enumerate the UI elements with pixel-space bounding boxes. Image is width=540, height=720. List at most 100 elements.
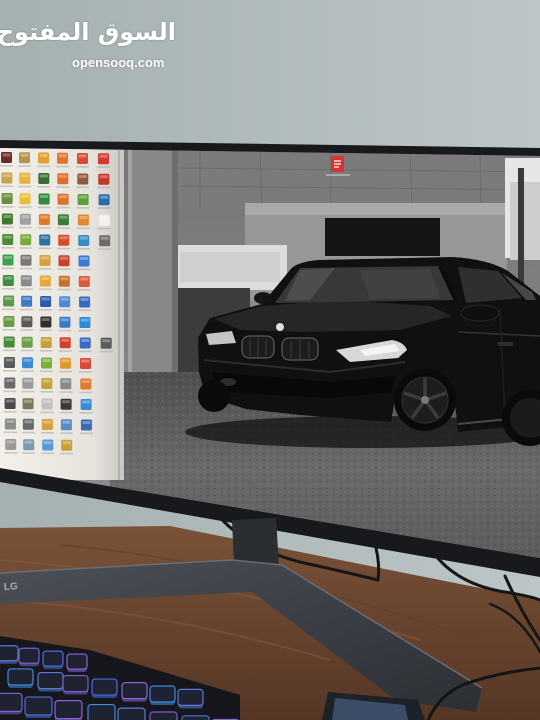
desktop-icon-caption-blur xyxy=(39,350,53,352)
desktop-icon-gloss xyxy=(22,297,31,301)
keyboard-key xyxy=(177,688,204,709)
desktop-icon-gloss xyxy=(6,440,15,444)
desktop-icon-caption-blur xyxy=(78,309,92,312)
key-cap xyxy=(37,671,64,690)
keyboard-key xyxy=(91,678,118,699)
keyboard-key xyxy=(87,703,116,720)
keyboard-key xyxy=(0,645,19,664)
desktop-icon-caption-blur xyxy=(60,452,74,455)
desktop-icon-caption-blur xyxy=(21,370,34,372)
desktop-icon-caption-blur xyxy=(97,207,111,209)
desktop-icon-gloss xyxy=(21,194,30,198)
lg-brand-logo: LG xyxy=(4,581,19,593)
desktop-icon-gloss xyxy=(61,359,70,363)
desktop-icon-caption-blur xyxy=(97,227,111,230)
desktop-icon-caption-blur xyxy=(56,165,69,168)
desktop-icon-caption-blur xyxy=(3,390,17,393)
desktop-icon-gloss xyxy=(99,154,108,158)
car-front-right-wheel xyxy=(394,369,456,431)
wallpaper-doorway xyxy=(325,218,440,256)
desktop-icon-gloss xyxy=(79,236,88,240)
desktop-icon-gloss xyxy=(2,174,11,177)
key-cap xyxy=(7,668,34,686)
desktop-icon-caption-blur xyxy=(76,186,90,189)
desktop-icon-gloss xyxy=(42,359,51,362)
desktop-icon-gloss xyxy=(23,358,32,362)
desktop-icon-caption-blur xyxy=(1,288,15,290)
desktop-icon-caption-blur xyxy=(56,186,70,188)
keyboard-key xyxy=(54,699,83,720)
car-left-mirror xyxy=(254,292,272,304)
wallpaper-white-block-inner xyxy=(180,252,280,282)
keyboard-key xyxy=(7,668,34,688)
desktop-icon-gloss xyxy=(80,277,89,281)
desktop-icon-gloss xyxy=(100,216,109,220)
desktop-icon-caption-blur xyxy=(76,207,90,209)
desktop-icon-caption-blur xyxy=(78,330,92,332)
keyboard-key xyxy=(18,647,40,667)
desktop-icon-caption-blur xyxy=(77,289,91,291)
car-interior xyxy=(360,269,440,299)
keyboard-key xyxy=(117,707,146,720)
desktop-icon-gloss xyxy=(42,379,51,383)
desktop-icon-gloss xyxy=(23,338,32,342)
desktop-icon-caption-blur xyxy=(78,350,92,353)
desktop-icon-caption-blur xyxy=(2,308,16,311)
desktop-icon-caption-blur xyxy=(40,370,53,373)
keyboard-key xyxy=(181,715,210,720)
desktop-icon-caption-blur xyxy=(76,166,89,168)
desktop-icon-gloss xyxy=(4,297,13,300)
key-cap xyxy=(24,696,53,716)
desktop-icon-gloss xyxy=(60,256,68,260)
desktop-icon-gloss xyxy=(20,174,29,178)
desktop-icon-caption-blur xyxy=(79,412,93,414)
opensooq-watermark-domain: opensooq.com xyxy=(72,55,165,70)
desktop-icon-gloss xyxy=(59,236,68,240)
desktop-icon-gloss xyxy=(43,400,52,403)
desktop-icon-caption-blur xyxy=(19,267,33,270)
desktop-icon-gloss xyxy=(39,154,48,157)
desktop-icon-caption-blur xyxy=(1,267,15,270)
desktop-icon-gloss xyxy=(81,380,90,383)
desktop-icon-gloss xyxy=(80,318,89,322)
keyboard-key xyxy=(121,682,148,702)
desktop-icon-caption-blur xyxy=(59,411,73,414)
desktop-icon-caption-blur xyxy=(58,350,72,352)
desktop-icon-gloss xyxy=(4,317,13,321)
desktop-icon-caption-blur xyxy=(20,349,34,352)
desktop-icon-gloss xyxy=(61,338,70,342)
photo-stage: LG السوق المفتوح opensooq.com xyxy=(0,0,540,720)
desktop-icon-caption-blur xyxy=(18,185,32,188)
key-cap xyxy=(42,650,64,667)
keyboard-key xyxy=(24,696,53,718)
key-cap xyxy=(54,699,83,720)
desktop-icon-gloss xyxy=(99,175,108,179)
car-emblem xyxy=(275,322,285,332)
wallpaper-ledge xyxy=(245,203,507,215)
desktop-icon-gloss xyxy=(58,154,67,158)
key-cap xyxy=(18,647,40,664)
desktop-icon-caption-blur xyxy=(57,247,71,250)
desktop-icon-caption-blur xyxy=(77,248,91,250)
desktop-icon-caption-blur xyxy=(79,432,93,435)
desktop-icon-caption-blur xyxy=(38,288,52,291)
desktop-icon-caption-blur xyxy=(37,186,51,188)
desktop-icon-caption-blur xyxy=(18,165,31,167)
desktop-icon-gloss xyxy=(22,276,31,280)
desktop-icon-gloss xyxy=(79,216,88,219)
desktop-icon-gloss xyxy=(82,400,91,404)
desktop-icon-gloss xyxy=(23,379,32,383)
desktop-icon-caption-blur xyxy=(37,206,51,209)
desktop-icon-gloss xyxy=(22,317,31,321)
desktop-icon-caption-blur xyxy=(20,308,34,311)
desktop-icon-gloss xyxy=(40,236,49,239)
desktop-icon-gloss xyxy=(20,153,29,157)
desktop-icon-gloss xyxy=(78,175,87,178)
wheel-cap xyxy=(421,396,429,404)
desktop-icon-caption-blur xyxy=(3,411,17,413)
desktop-icon-caption-blur xyxy=(37,227,51,229)
desktop-icon-caption-blur xyxy=(0,185,14,188)
desktop-icon-gloss xyxy=(41,318,50,321)
desktop-icon-caption-blur xyxy=(56,227,70,229)
desktop-icon-gloss xyxy=(4,256,12,259)
